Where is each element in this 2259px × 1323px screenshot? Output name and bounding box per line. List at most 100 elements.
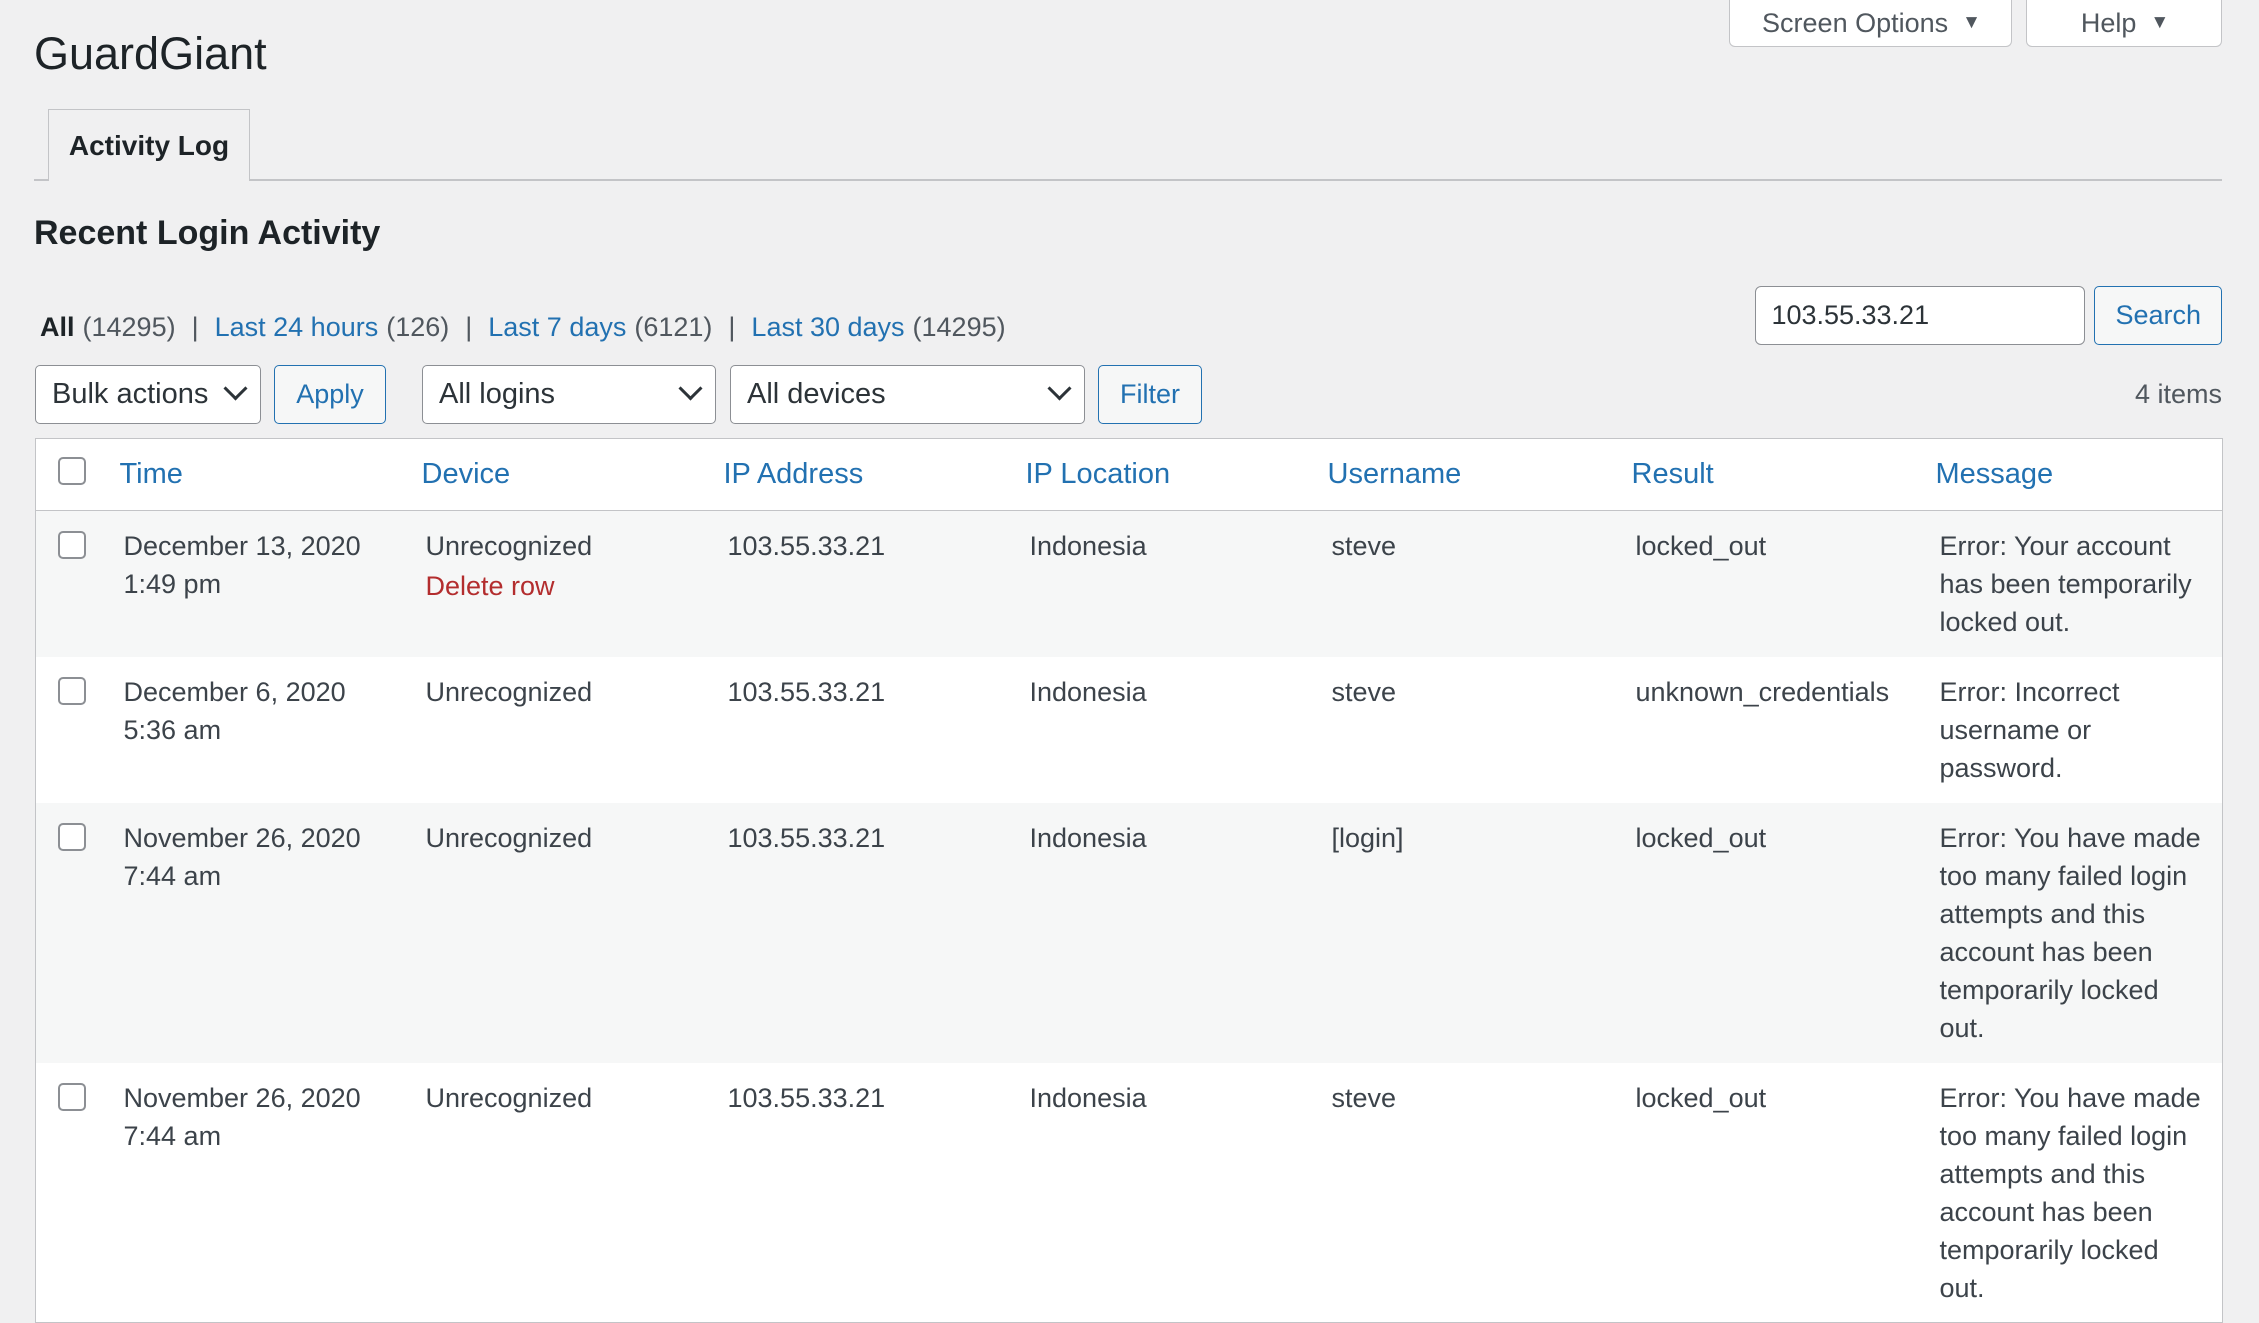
- view-last-30-days-count: (14295): [912, 312, 1006, 342]
- username-cell: [login]: [1331, 822, 1404, 853]
- time-cell: December 6, 2020 5:36 am: [120, 657, 422, 803]
- username-cell: steve: [1331, 1082, 1397, 1113]
- device-cell: Unrecognized: [425, 1082, 593, 1113]
- devices-value: All devices: [747, 378, 886, 410]
- location-cell: Indonesia: [1029, 676, 1147, 707]
- ip-cell: 103.55.33.21: [727, 531, 886, 561]
- ip-cell: 103.55.33.21: [727, 1082, 886, 1113]
- caret-down-icon: ▼: [1962, 12, 1981, 33]
- search-box: Search: [1755, 286, 2222, 345]
- row-checkbox-cell: [36, 511, 120, 657]
- username-cell: steve: [1331, 676, 1397, 707]
- column-header-username[interactable]: Username: [1327, 438, 1632, 511]
- table-row: December 13, 2020 1:49 pm Unrecognized D…: [35, 510, 2223, 657]
- row-date: December 6, 2020: [123, 676, 346, 707]
- row-date: December 13, 2020: [123, 531, 361, 561]
- table-nav: Bulk actions Apply All logins All device…: [35, 365, 2222, 424]
- view-filters: All (14295) | Last 24 hours (126) | Last…: [40, 312, 1006, 343]
- bulk-actions-select[interactable]: Bulk actions: [35, 365, 261, 424]
- row-date: November 26, 2020: [123, 1082, 361, 1113]
- device-cell: Unrecognized: [425, 822, 593, 853]
- chevron-down-icon: [678, 376, 703, 401]
- logins-select[interactable]: All logins: [422, 365, 716, 424]
- ip-cell: 103.55.33.21: [727, 676, 886, 707]
- column-header-result[interactable]: Result: [1631, 438, 1936, 511]
- separator: |: [728, 312, 736, 342]
- apply-button[interactable]: Apply: [274, 365, 386, 424]
- message-cell: Error: You have made too many failed log…: [1939, 1082, 2201, 1303]
- row-time: 1:49 pm: [123, 569, 222, 599]
- chevron-down-icon: [1047, 376, 1072, 401]
- device-cell: Unrecognized: [425, 676, 593, 707]
- row-checkbox[interactable]: [58, 822, 86, 851]
- caret-down-icon: ▼: [2150, 12, 2170, 33]
- table-row: November 26, 2020 7:44 am Unrecognized 1…: [35, 802, 2223, 1063]
- location-cell: Indonesia: [1029, 531, 1147, 561]
- tab-activity-log[interactable]: Activity Log: [48, 109, 250, 183]
- table-row: December 6, 2020 5:36 am Unrecognized 10…: [36, 657, 2223, 803]
- bulk-actions-value: Bulk actions: [52, 378, 209, 410]
- ip-cell: 103.55.33.21: [727, 822, 886, 853]
- message-cell: Error: Incorrect username or password.: [1939, 676, 2120, 783]
- time-cell: December 13, 2020 1:49 pm: [120, 511, 422, 657]
- tab-bar: Activity Log: [34, 109, 2222, 183]
- view-all-count: (14295): [82, 312, 176, 342]
- screen-options-label: Screen Options: [1762, 7, 1949, 38]
- help-label: Help: [2080, 7, 2137, 38]
- location-cell: Indonesia: [1029, 1082, 1147, 1113]
- row-checkbox-cell: [36, 803, 120, 1063]
- select-all-cell: [35, 438, 120, 511]
- search-input[interactable]: [1755, 286, 2086, 345]
- row-checkbox[interactable]: [58, 1082, 86, 1111]
- row-checkbox-cell: [36, 657, 120, 803]
- row-time: 7:44 am: [123, 860, 222, 891]
- table-header-row: Time Device IP Address IP Location Usern…: [35, 438, 2223, 511]
- search-button[interactable]: Search: [2094, 286, 2222, 345]
- screen-options-button[interactable]: Screen Options ▼: [1729, 0, 2012, 47]
- filter-button[interactable]: Filter: [1098, 365, 1202, 424]
- column-header-ip-address[interactable]: IP Address: [723, 438, 1026, 511]
- time-cell: November 26, 2020 7:44 am: [120, 803, 422, 1063]
- row-checkbox[interactable]: [58, 531, 86, 559]
- separator: |: [191, 312, 199, 342]
- page-title: GuardGiant: [34, 28, 267, 79]
- logins-value: All logins: [439, 378, 556, 410]
- delete-row-link[interactable]: Delete row: [426, 567, 712, 605]
- message-cell: Error: You have made too many failed log…: [1939, 822, 2201, 1043]
- time-cell: November 26, 2020 7:44 am: [120, 1063, 422, 1323]
- devices-select[interactable]: All devices: [730, 365, 1085, 424]
- items-count: 4 items: [2134, 379, 2222, 409]
- select-all-checkbox[interactable]: [58, 456, 86, 485]
- result-cell: locked_out: [1635, 1082, 1767, 1113]
- row-checkbox-cell: [36, 1063, 120, 1323]
- meta-links: Screen Options ▼ Help ▼: [1729, 0, 2222, 47]
- row-device: Unrecognized: [425, 531, 593, 561]
- activity-table: Time Device IP Address IP Location Usern…: [35, 438, 2223, 1323]
- row-date: November 26, 2020: [123, 822, 361, 853]
- view-last-24-hours-link[interactable]: Last 24 hours: [215, 312, 379, 343]
- table-row: November 26, 2020 7:44 am Unrecognized 1…: [36, 1063, 2223, 1323]
- result-cell: locked_out: [1635, 531, 1767, 561]
- column-header-time[interactable]: Time: [119, 438, 422, 511]
- view-last-30-days-link[interactable]: Last 30 days: [751, 312, 904, 343]
- view-last-7-days-link[interactable]: Last 7 days: [488, 312, 626, 343]
- result-cell: unknown_credentials: [1635, 676, 1890, 707]
- row-checkbox[interactable]: [58, 676, 86, 705]
- username-cell: steve: [1331, 531, 1397, 561]
- location-cell: Indonesia: [1029, 822, 1147, 853]
- row-time: 5:36 am: [123, 714, 222, 745]
- column-header-message[interactable]: Message: [1935, 438, 2223, 511]
- view-all-link[interactable]: All: [40, 312, 75, 343]
- column-header-device[interactable]: Device: [421, 438, 724, 511]
- row-time: 7:44 am: [123, 1120, 222, 1151]
- message-cell: Error: Your account has been temporarily…: [1939, 531, 2192, 637]
- view-last-7-days-count: (6121): [634, 312, 713, 342]
- result-cell: locked_out: [1635, 822, 1767, 853]
- column-header-ip-location[interactable]: IP Location: [1025, 438, 1328, 511]
- help-button[interactable]: Help ▼: [2026, 0, 2222, 47]
- device-cell: Unrecognized Delete row: [422, 511, 724, 657]
- separator: |: [465, 312, 473, 342]
- chevron-down-icon: [223, 376, 248, 401]
- view-last-24-hours-count: (126): [386, 312, 450, 342]
- section-title: Recent Login Activity: [34, 214, 381, 252]
